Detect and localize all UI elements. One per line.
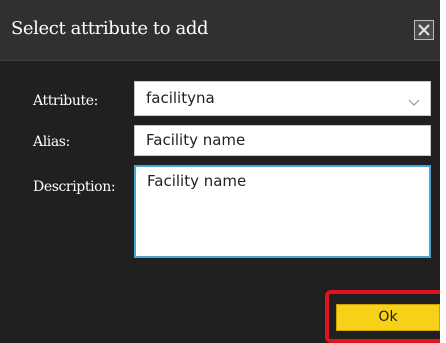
alias-label: Alias:: [33, 134, 70, 150]
window-edge: [440, 0, 446, 343]
alias-field[interactable]: Facility name: [134, 125, 431, 156]
close-icon[interactable]: [414, 20, 434, 40]
dialog-titlebar: Select attribute to add: [0, 0, 446, 61]
ok-button-highlight: Ok: [325, 290, 446, 343]
attribute-select-value: facilityna: [146, 89, 215, 107]
ok-button[interactable]: Ok: [336, 304, 440, 331]
description-textarea-value: Facility name: [147, 172, 247, 190]
alias-field-value: Facility name: [146, 131, 246, 149]
description-label: Description:: [33, 179, 116, 195]
description-textarea[interactable]: Facility name: [134, 165, 431, 258]
attribute-select[interactable]: facilityna: [134, 81, 431, 116]
attribute-label: Attribute:: [33, 93, 98, 109]
select-attribute-dialog: Select attribute to add Attribute: facil…: [0, 0, 446, 343]
chevron-down-icon: [408, 93, 420, 106]
dialog-title: Select attribute to add: [11, 18, 209, 39]
